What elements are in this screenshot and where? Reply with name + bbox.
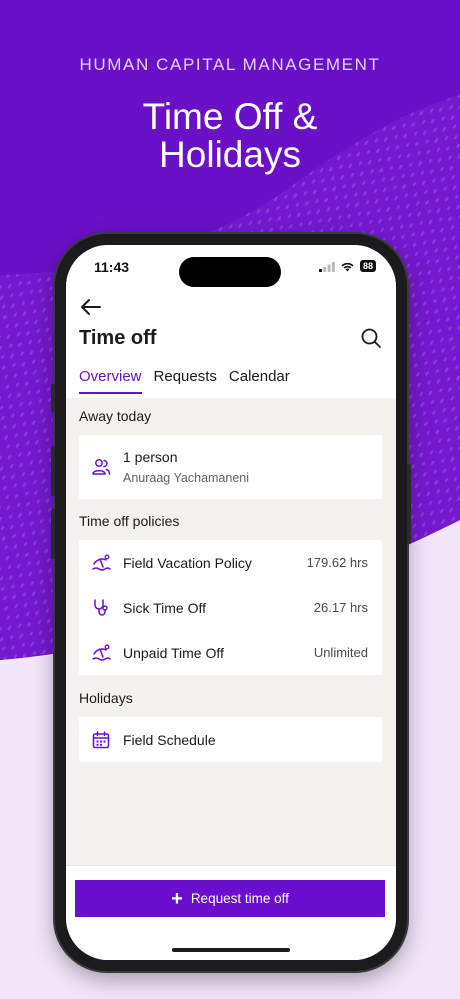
app-header: Time off Overview Requests Calendar [66,289,396,398]
mute-switch [51,384,55,412]
home-indicator [172,948,290,952]
tab-requests[interactable]: Requests [154,368,217,394]
tab-calendar[interactable]: Calendar [229,368,290,394]
plus-icon: + [171,887,183,910]
hero-title-line-1: Time Off & [142,96,318,137]
policy-balance: 26.17 hrs [313,600,368,615]
policy-row-unpaid[interactable]: Unpaid Time Off Unlimited [79,630,382,675]
volume-up-button [51,446,55,496]
away-count: 1 person [123,449,178,465]
request-time-off-label: Request time off [190,891,289,906]
away-names: Anuraag Yachamaneni [123,471,250,485]
away-today-label: Away today [79,408,152,424]
beach-icon [92,554,111,571]
wifi-icon [341,262,354,271]
phone-frame: 11:43 88 Time off Overview Requests Cale… [51,234,411,971]
request-time-off-button[interactable]: + Request time off [75,880,385,917]
app-screen: 11:43 88 Time off Overview Requests Cale… [66,245,396,960]
dynamic-island [179,257,281,287]
policy-balance: 179.62 hrs [306,555,368,570]
policy-row-sick-time[interactable]: Sick Time Off 26.17 hrs [79,585,382,630]
bottom-action-bar: + Request time off [66,865,396,960]
policy-name: Sick Time Off [123,599,206,616]
policy-name: Field Vacation Policy [123,554,252,571]
away-today-card[interactable]: 1 person Anuraag Yachamaneni [79,435,382,499]
holiday-name: Field Schedule [123,731,216,748]
holiday-row-field-schedule[interactable]: Field Schedule [79,717,382,762]
policy-balance: Unlimited [313,645,368,660]
tab-overview[interactable]: Overview [79,368,142,394]
stethoscope-icon [94,598,108,616]
holidays-card: Field Schedule [79,717,382,762]
people-icon [92,459,111,475]
status-icons: 88 [318,260,376,272]
policies-label: Time off policies [79,513,180,529]
policy-row-field-vacation[interactable]: Field Vacation Policy 179.62 hrs [79,540,382,585]
tab-bar: Overview Requests Calendar [79,368,290,394]
holidays-label: Holidays [79,690,133,706]
status-bar: 11:43 88 [66,245,396,289]
search-icon[interactable] [360,327,382,349]
hero-title-line-2: Holidays [159,134,301,175]
power-button [407,464,411,544]
hero-subtitle: HUMAN CAPITAL MANAGEMENT [79,55,381,74]
arrow-left-icon[interactable] [80,297,102,317]
policies-card: Field Vacation Policy 179.62 hrs Sick Ti… [79,540,382,675]
signal-icon [318,261,335,272]
calendar-icon [92,730,110,748]
battery-indicator: 88 [359,260,376,272]
hero-title: Time Off & Holidays [0,98,460,174]
beach-icon [92,644,111,661]
policy-name: Unpaid Time Off [123,644,224,661]
page-title: Time off [79,327,157,349]
status-time: 11:43 [94,259,130,275]
volume-down-button [51,509,55,559]
